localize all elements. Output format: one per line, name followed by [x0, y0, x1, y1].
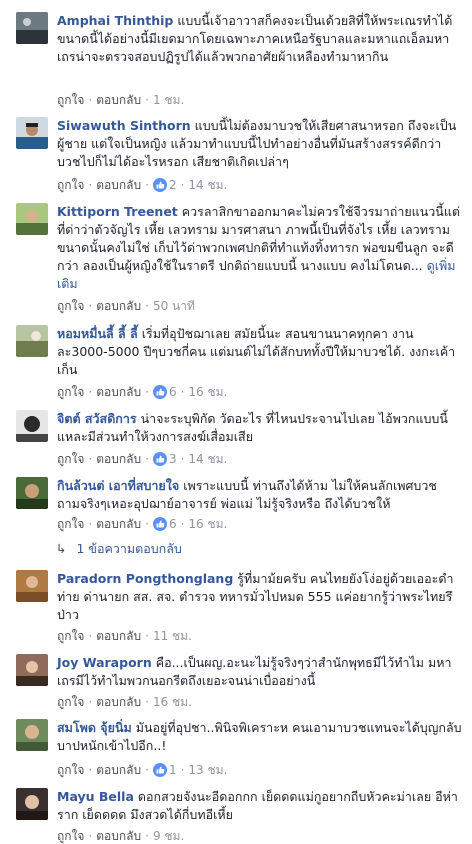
reply-link[interactable]: ตอบกลับ: [96, 629, 141, 643]
reply-arrow-icon: ↳: [56, 541, 67, 556]
avatar-photo-icon: [16, 570, 48, 602]
reaction-count[interactable]: 6: [169, 385, 177, 399]
comment-author[interactable]: Kittiporn Treenet: [57, 204, 178, 219]
avatar-photo-icon: [16, 203, 48, 235]
comment-actions: ถูกใจ · ตอบกลับ · 11 ชม.: [57, 629, 192, 643]
avatar-photo-icon: [16, 654, 48, 686]
like-link[interactable]: ถูกใจ: [57, 93, 84, 107]
avatar[interactable]: [16, 719, 48, 751]
reaction-count[interactable]: 6: [169, 517, 177, 531]
comment-actions: ถูกใจ · ตอบกลับ · 3 · 14 ชม.: [57, 451, 227, 467]
comment-actions: ถูกใจ · ตอบกลับ · 50 นาที: [57, 299, 195, 313]
comment-actions: ถูกใจ · ตอบกลับ · 6 · 16 ชม.: [57, 516, 227, 532]
timestamp[interactable]: 14 ชม.: [188, 178, 227, 192]
comment-body: Siwawuth Sinthorn แบบนี้ไม่ต้องมาบวชให้เส…: [57, 117, 462, 171]
avatar[interactable]: [16, 410, 48, 442]
avatar[interactable]: [16, 788, 48, 820]
comment-author[interactable]: กินล้วนต่ เอาที่สบายใจ: [57, 478, 179, 493]
reply-link[interactable]: ตอบกลับ: [96, 829, 141, 843]
timestamp[interactable]: 1 ชม.: [153, 93, 184, 107]
like-link[interactable]: ถูกใจ: [57, 829, 84, 843]
avatar-photo-icon: [16, 117, 48, 149]
like-link[interactable]: ถูกใจ: [57, 517, 84, 531]
avatar-photo-icon: [16, 719, 48, 751]
timestamp[interactable]: 13 ชม.: [188, 763, 227, 777]
reply-link[interactable]: ตอบกลับ: [96, 299, 141, 313]
avatar-photo-icon: [16, 12, 48, 44]
reply-link[interactable]: ตอบกลับ: [96, 452, 141, 466]
comment-actions: ถูกใจ · ตอบกลับ · 2 · 14 ชม.: [57, 177, 227, 193]
comment-body: Joy Waraporn คือ...เป็นผญ.อะนะไม่รู้จริงๆ…: [57, 654, 462, 690]
like-reaction-icon[interactable]: [152, 178, 167, 196]
timestamp[interactable]: 11 ชม.: [153, 629, 192, 643]
like-link[interactable]: ถูกใจ: [57, 299, 84, 313]
comment-author[interactable]: Paradorn Pongthonglang: [57, 571, 233, 586]
comment-actions: ถูกใจ · ตอบกลับ · 6 · 16 ชม.: [57, 384, 227, 400]
comment-author[interactable]: Joy Waraporn: [57, 655, 152, 670]
timestamp[interactable]: 16 ชม.: [188, 517, 227, 531]
reply-link[interactable]: ตอบกลับ: [96, 178, 141, 192]
comment-author[interactable]: Siwawuth Sinthorn: [57, 118, 191, 133]
avatar[interactable]: [16, 203, 48, 235]
comment-author[interactable]: Mayu Bella: [57, 789, 134, 804]
like-link[interactable]: ถูกใจ: [57, 385, 84, 399]
avatar[interactable]: [16, 654, 48, 686]
view-replies-link[interactable]: ↳ 1 ข้อความตอบกลับ: [56, 541, 182, 557]
comment-actions: ถูกใจ · ตอบกลับ · 1 ชม.: [57, 93, 185, 107]
like-reaction-icon[interactable]: [152, 763, 167, 781]
avatar-photo-icon: [16, 477, 48, 509]
comment-actions: ถูกใจ · ตอบกลับ · 9 ชม.: [57, 829, 185, 843]
comment-body: สมโพด จุ้ยนิ่ม มันอยู่ที่อุปชา..พินิจพิเค…: [57, 719, 462, 755]
comment-body: Paradorn Pongthonglang รู้ที่มาม้ยครับ คน…: [57, 570, 462, 624]
comment-body: Kittiporn Treenet ควรลาสิกขาออกมาคะไม่ควร…: [57, 203, 462, 293]
timestamp[interactable]: 16 ชม.: [153, 695, 192, 709]
timestamp[interactable]: 50 นาที: [153, 299, 195, 313]
like-reaction-icon[interactable]: [152, 385, 167, 403]
like-reaction-icon[interactable]: [152, 452, 167, 470]
comment-actions: ถูกใจ · ตอบกลับ · 1 · 13 ชม.: [57, 762, 227, 778]
avatar[interactable]: [16, 477, 48, 509]
avatar[interactable]: [16, 117, 48, 149]
avatar-photo-icon: [16, 788, 48, 820]
avatar[interactable]: [16, 12, 48, 44]
reaction-count[interactable]: 2: [169, 178, 177, 192]
reply-link[interactable]: ตอบกลับ: [96, 93, 141, 107]
reaction-count[interactable]: 1: [169, 763, 177, 777]
reaction-count[interactable]: 3: [169, 452, 177, 466]
comment-actions: ถูกใจ · ตอบกลับ · 16 ชม.: [57, 695, 192, 709]
reply-link[interactable]: ตอบกลับ: [96, 695, 141, 709]
avatar[interactable]: [16, 570, 48, 602]
comment-author[interactable]: จิตต์ สวัสดิการ: [57, 411, 137, 426]
comment-body: หอมหมื่นลี้ ลี้ ลี้ เริ่มที่อุปัชฌาเลย สม…: [57, 325, 462, 379]
like-link[interactable]: ถูกใจ: [57, 452, 84, 466]
comment-author[interactable]: Amphai Thinthip: [57, 13, 173, 28]
timestamp[interactable]: 16 ชม.: [188, 385, 227, 399]
comment-body: Amphai Thinthip แบบนี้เจ้าอาวาสก็คงจะเป็น…: [57, 12, 462, 66]
avatar-photo-icon: [16, 410, 48, 442]
avatar-photo-icon: [16, 325, 48, 357]
like-reaction-icon[interactable]: [152, 517, 167, 535]
like-link[interactable]: ถูกใจ: [57, 629, 84, 643]
reply-link[interactable]: ตอบกลับ: [96, 385, 141, 399]
comment-body: จิตต์ สวัสดิการ น่าจะระบุพิกัด วัดอะไร ที…: [57, 410, 462, 446]
like-link[interactable]: ถูกใจ: [57, 763, 84, 777]
comment-body: Mayu Bella ดอกสวยจังนะอีดอกกก เย็ดดดแม่กู…: [57, 788, 462, 824]
timestamp[interactable]: 14 ชม.: [188, 452, 227, 466]
comment-author[interactable]: หอมหมื่นลี้ ลี้ ลี้: [57, 326, 138, 341]
like-link[interactable]: ถูกใจ: [57, 695, 84, 709]
comment-author[interactable]: สมโพด จุ้ยนิ่ม: [57, 720, 132, 735]
timestamp[interactable]: 9 ชม.: [153, 829, 184, 843]
reply-link[interactable]: ตอบกลับ: [96, 763, 141, 777]
comment-body: กินล้วนต่ เอาที่สบายใจ เพราะแบบนี้ ท่านถึ…: [57, 477, 462, 513]
avatar[interactable]: [16, 325, 48, 357]
like-link[interactable]: ถูกใจ: [57, 178, 84, 192]
view-replies-label: 1 ข้อความตอบกลับ: [76, 541, 182, 556]
reply-link[interactable]: ตอบกลับ: [96, 517, 141, 531]
